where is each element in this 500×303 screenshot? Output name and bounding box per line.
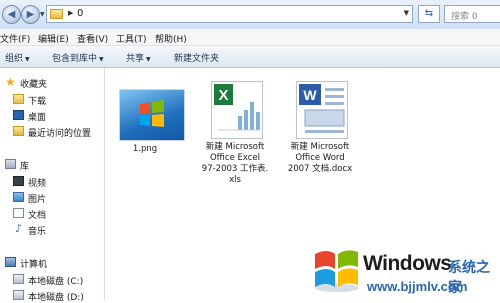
organize-button[interactable]: 组织 ▼ — [5, 51, 30, 64]
menu-view[interactable]: 查看(V) — [77, 32, 108, 45]
drive-icon — [13, 274, 24, 284]
file-item-png[interactable]: 1.png — [105, 68, 185, 158]
new-folder-button[interactable]: 新建文件夹 — [174, 51, 219, 64]
refresh-button[interactable]: ⇆ — [418, 5, 440, 23]
nav-libraries-label: 库 — [20, 162, 30, 172]
file-name-line: 新建 Microsoft — [290, 142, 350, 152]
command-bar: 组织 ▼ 包含到库中 ▼ 共享 ▼ 新建文件夹 — [0, 46, 500, 68]
organize-label: 组织 — [5, 54, 24, 64]
nav-item-label: 文档 — [28, 211, 47, 221]
excel-file-icon: X — [211, 81, 263, 139]
address-input[interactable]: ▶ 0 ▼ — [46, 5, 413, 23]
include-label: 包含到库中 — [52, 54, 98, 64]
menu-tools[interactable]: 工具(T) — [116, 32, 147, 45]
nav-item-label: 最近访问的位置 — [28, 129, 92, 139]
forward-button[interactable]: ▶ — [21, 5, 40, 24]
excel-icon: X — [214, 84, 260, 131]
search-input[interactable]: 搜索 0 — [444, 5, 500, 23]
nav-item-label: 下载 — [28, 97, 47, 107]
nav-item-label: 音乐 — [28, 227, 47, 237]
navigation-pane: ★ 收藏夹 下载 桌面 最近访问的位置 库 视频 图片 文档 ♪ 音乐 计算机 … — [0, 68, 105, 303]
address-dropdown-icon[interactable]: ▼ — [404, 9, 409, 17]
nav-item-label: 本地磁盘 (C:) — [28, 277, 84, 287]
file-name-line: Office Word — [295, 153, 345, 163]
word-file-icon: W — [296, 81, 348, 139]
documents-library-icon — [13, 208, 24, 218]
pictures-library-icon — [13, 192, 24, 202]
svg-text:X: X — [218, 87, 228, 104]
file-name-line: Office Excel — [209, 153, 261, 163]
nav-item-label: 本地磁盘 (D:) — [28, 293, 84, 303]
nav-item-label: 桌面 — [28, 113, 47, 123]
watermark-brand: Windows — [363, 252, 452, 275]
watermark-url: www.bjjmlv.com — [367, 279, 468, 294]
drive-icon — [13, 290, 24, 300]
chevron-down-icon: ▼ — [99, 56, 104, 63]
chevron-down-icon: ▼ — [25, 56, 30, 63]
menu-bar: 文件(F) 编辑(E) 查看(V) 工具(T) 帮助(H) — [0, 29, 500, 46]
breadcrumb-current[interactable]: 0 — [77, 8, 83, 19]
menu-edit[interactable]: 编辑(E) — [38, 32, 69, 45]
video-library-icon — [13, 176, 24, 186]
menu-help[interactable]: 帮助(H) — [155, 32, 187, 45]
file-item-docx[interactable]: W 新建 Microsoft Office Word 2007 文档.docx — [280, 68, 360, 188]
share-button[interactable]: 共享 ▼ — [126, 51, 151, 64]
svg-text:W: W — [303, 87, 317, 103]
star-icon: ★ — [5, 75, 16, 89]
nav-item-label: 视频 — [28, 179, 47, 189]
address-bar: ◀ ▶ ▼ ▶ 0 ▼ ⇆ 搜索 0 — [0, 0, 500, 30]
share-label: 共享 — [126, 54, 145, 64]
file-name-line: 97-2003 工作表. — [201, 164, 269, 174]
file-name-line: 2007 文档.docx — [287, 164, 353, 174]
file-name: 1.png — [132, 144, 158, 154]
forward-arrow-icon: ▶ — [26, 9, 35, 20]
music-note-icon: ♪ — [14, 222, 23, 235]
word-icon: W — [299, 84, 345, 133]
search-placeholder: 搜索 0 — [451, 12, 478, 22]
windows-logo-icon — [315, 250, 359, 292]
library-icon — [5, 159, 16, 169]
desktop-icon — [13, 110, 24, 120]
downloads-folder-icon — [13, 94, 24, 104]
nav-computer-label: 计算机 — [20, 260, 48, 270]
chevron-down-icon: ▼ — [146, 56, 151, 63]
folder-icon — [50, 9, 63, 19]
nav-favorites-label: 收藏夹 — [20, 80, 48, 90]
file-name-line: xls — [229, 175, 241, 185]
back-button[interactable]: ◀ — [2, 5, 21, 24]
menu-file[interactable]: 文件(F) — [0, 32, 30, 45]
refresh-icon: ⇆ — [424, 8, 434, 19]
breadcrumb-separator-icon[interactable]: ▶ — [68, 9, 73, 17]
windows-logo-icon — [140, 100, 164, 127]
file-name-line: 新建 Microsoft — [205, 142, 265, 152]
watermark: Windows 系统之家 www.bjjmlv.com — [305, 238, 500, 300]
history-dropdown-icon[interactable]: ▼ — [40, 11, 45, 18]
include-in-library-button[interactable]: 包含到库中 ▼ — [52, 51, 104, 64]
nav-item-label: 图片 — [28, 195, 47, 205]
back-arrow-icon: ◀ — [7, 9, 16, 20]
file-item-xls[interactable]: X 新建 Microsoft Office Excel 97-2003 工作表.… — [195, 68, 275, 198]
png-thumbnail — [119, 89, 185, 141]
recent-places-icon — [13, 126, 24, 136]
computer-icon — [5, 257, 16, 267]
